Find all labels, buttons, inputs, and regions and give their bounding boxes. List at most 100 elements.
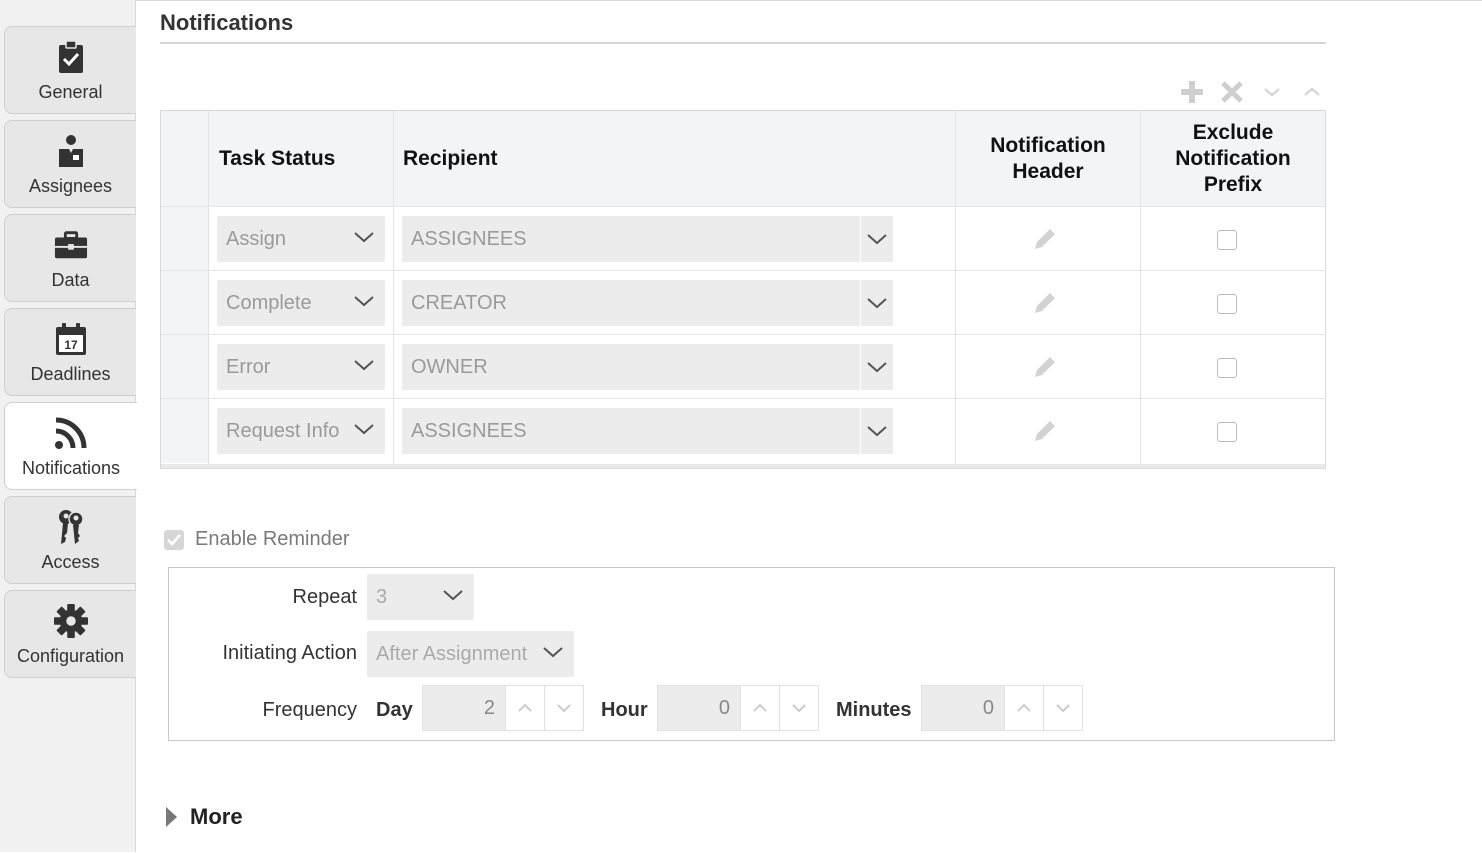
table-row: Request Info ASSIGNEES [161, 398, 1325, 463]
minutes-label: Minutes [836, 699, 912, 721]
recipient-dropdown-button[interactable] [861, 408, 893, 454]
chevron-down-icon [867, 234, 887, 245]
sidebar-tab-assignees[interactable]: Assignees [4, 120, 136, 208]
close-icon [1221, 81, 1243, 103]
keys-icon [54, 510, 88, 544]
recipient-dropdown-button[interactable] [861, 216, 893, 262]
sidebar-tab-data[interactable]: Data [4, 214, 136, 302]
recipient-value: CREATOR [411, 291, 507, 314]
table-row: Complete CREATOR [161, 270, 1325, 335]
chevron-down-icon [354, 296, 374, 307]
hour-label: Hour [601, 699, 648, 721]
table-toolbar [1172, 78, 1332, 106]
sidebar-tab-label: Notifications [21, 458, 121, 478]
exclude-prefix-checkbox[interactable] [1217, 294, 1237, 314]
page-title: Notifications [160, 10, 294, 35]
gear-icon [53, 604, 88, 638]
exclude-prefix-checkbox[interactable] [1217, 358, 1237, 378]
day-increment-button[interactable] [505, 686, 544, 730]
edit-pencil-icon[interactable] [1030, 352, 1060, 382]
chevron-down-icon [354, 360, 374, 371]
table-bottom-bar [161, 464, 1325, 468]
minutes-value[interactable]: 0 [922, 686, 1004, 730]
row-selector[interactable] [161, 207, 208, 271]
edit-pencil-icon[interactable] [1030, 288, 1060, 318]
row-selector[interactable] [161, 399, 208, 463]
repeat-label: Repeat [292, 586, 358, 608]
header-exclude-prefix[interactable]: Exclude Notification Prefix [1153, 111, 1313, 206]
recipient-dropdown-button[interactable] [861, 280, 893, 326]
task-status-value: Request Info [226, 419, 340, 442]
initiating-action-select[interactable]: After Assignment [367, 631, 574, 677]
chevron-down-icon [792, 704, 806, 713]
recipient-value: OWNER [411, 355, 488, 378]
task-status-select[interactable]: Error [217, 344, 385, 390]
more-section-toggle[interactable]: More [164, 804, 243, 830]
day-input[interactable]: 2 [422, 685, 584, 731]
chevron-up-icon [1017, 703, 1031, 712]
day-label: Day [376, 699, 413, 721]
sidebar-tab-access[interactable]: Access [4, 496, 136, 584]
user-badge-icon [54, 134, 88, 168]
chevron-down-icon [443, 590, 463, 601]
recipient-input[interactable]: CREATOR [402, 280, 860, 326]
sidebar-tab-notifications[interactable]: Notifications [4, 402, 137, 490]
recipient-value: ASSIGNEES [411, 419, 527, 442]
minutes-decrement-button[interactable] [1043, 686, 1082, 730]
move-down-button[interactable] [1252, 78, 1292, 106]
more-label: More [190, 804, 243, 829]
sidebar-tab-deadlines[interactable]: 17 Deadlines [4, 308, 136, 396]
hour-value[interactable]: 0 [658, 686, 740, 730]
day-value[interactable]: 2 [423, 686, 505, 730]
notifications-table: Task Status Recipient Notification Heade… [160, 110, 1326, 469]
edit-pencil-icon[interactable] [1030, 416, 1060, 446]
header-recipient[interactable]: Recipient [403, 111, 955, 206]
edit-pencil-icon[interactable] [1030, 224, 1060, 254]
hour-increment-button[interactable] [740, 686, 779, 730]
recipient-input[interactable]: ASSIGNEES [402, 408, 860, 454]
repeat-value: 3 [376, 585, 388, 608]
rss-icon [54, 416, 88, 450]
delete-row-button[interactable] [1212, 78, 1252, 106]
minutes-input[interactable]: 0 [921, 685, 1083, 731]
enable-reminder-checkbox[interactable] [164, 529, 184, 550]
task-status-value: Complete [226, 291, 312, 314]
title-divider [160, 42, 1326, 44]
task-status-select[interactable]: Request Info [217, 408, 385, 454]
table-row: Error OWNER [161, 334, 1325, 399]
chevron-down-icon [867, 298, 887, 309]
checkmark-icon [167, 533, 181, 546]
recipient-input[interactable]: OWNER [402, 344, 860, 390]
row-selector[interactable] [161, 335, 208, 399]
chevron-down-icon [867, 362, 887, 373]
move-up-button[interactable] [1292, 78, 1332, 106]
add-row-button[interactable] [1172, 78, 1212, 106]
table-row: Assign ASSIGNEES [161, 206, 1325, 271]
chevron-up-icon [518, 703, 532, 712]
recipient-dropdown-button[interactable] [861, 344, 893, 390]
task-status-select[interactable]: Complete [217, 280, 385, 326]
exclude-prefix-checkbox[interactable] [1217, 230, 1237, 250]
calendar-icon: 17 [54, 322, 88, 356]
chevron-down-icon [354, 424, 374, 435]
header-task-status[interactable]: Task Status [219, 111, 393, 206]
chevron-down-icon [543, 647, 563, 658]
chevron-down-icon [867, 426, 887, 437]
sidebar-tab-general[interactable]: General [4, 26, 136, 114]
row-selector[interactable] [161, 271, 208, 335]
sidebar-tab-label: Configuration [16, 646, 125, 666]
enable-reminder-row: Enable Reminder [164, 528, 350, 551]
header-notification-header[interactable]: Notification Header [975, 111, 1121, 206]
clipboard-check-icon [54, 40, 88, 74]
hour-input[interactable]: 0 [657, 685, 819, 731]
minutes-increment-button[interactable] [1004, 686, 1043, 730]
hour-decrement-button[interactable] [779, 686, 818, 730]
sidebar-tab-configuration[interactable]: Configuration [4, 590, 136, 678]
exclude-prefix-checkbox[interactable] [1217, 422, 1237, 442]
task-status-select[interactable]: Assign [217, 216, 385, 262]
chevron-up-icon [1304, 87, 1320, 96]
repeat-select[interactable]: 3 [367, 574, 474, 620]
day-decrement-button[interactable] [544, 686, 583, 730]
sidebar-tab-label: General [38, 82, 103, 102]
recipient-input[interactable]: ASSIGNEES [402, 216, 860, 262]
